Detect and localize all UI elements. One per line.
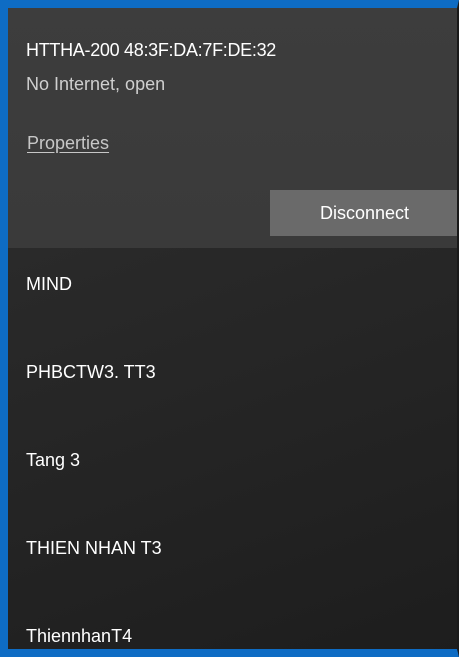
connected-network-panel: HTTHA-200 48:3F:DA:7F:DE:32 No Internet,… — [8, 8, 457, 248]
network-item-label: ThiennhanT4 — [26, 626, 133, 646]
network-item-thien-nhan-t3[interactable]: THIEN NHAN T3 — [8, 512, 457, 600]
network-item-label: THIEN NHAN T3 — [26, 538, 162, 558]
connected-network-name: HTTHA-200 48:3F:DA:7F:DE:32 — [26, 40, 276, 60]
network-item-tang-3[interactable]: Tang 3 — [8, 424, 457, 512]
available-networks-list: MIND PHBCTW3. TT3 Tang 3 THIEN NHAN T3 T… — [8, 248, 457, 649]
connected-network-status: No Internet, open — [26, 74, 166, 94]
network-item-label: PHBCTW3. TT3 — [26, 362, 156, 382]
network-item-label: Tang 3 — [26, 450, 81, 470]
wifi-flyout-panel: HTTHA-200 48:3F:DA:7F:DE:32 No Internet,… — [0, 0, 459, 657]
network-item-label: MIND — [26, 274, 72, 294]
network-item-mind[interactable]: MIND — [8, 248, 457, 336]
disconnect-button[interactable]: Disconnect — [270, 190, 457, 236]
properties-link[interactable]: Properties — [27, 133, 109, 154]
network-item-thiennhant4[interactable]: ThiennhanT4 — [8, 600, 457, 649]
network-item-phbctw3-tt3[interactable]: PHBCTW3. TT3 — [8, 336, 457, 424]
